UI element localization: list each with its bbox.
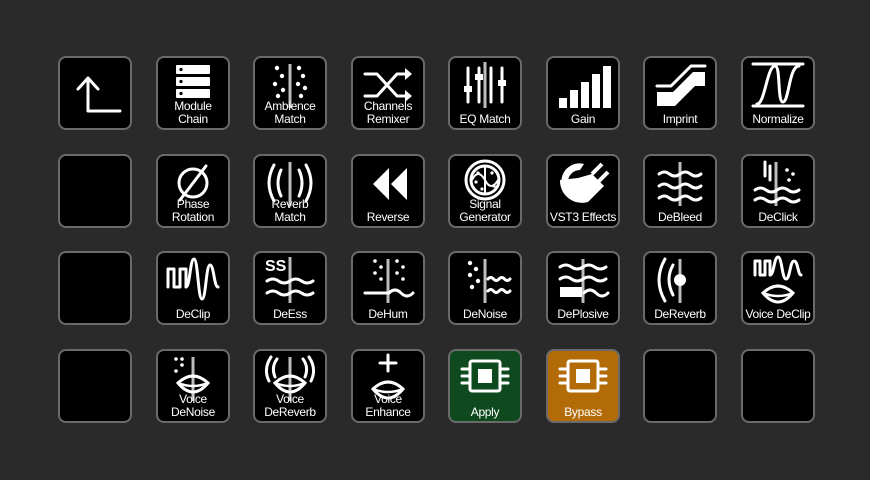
key-label: Voice DeNoise: [171, 392, 215, 419]
key-label: DeBleed: [658, 210, 702, 224]
key-label: DePlosive: [557, 307, 609, 321]
key-ambience-match[interactable]: Ambience Match: [253, 56, 327, 130]
key-label: Normalize: [752, 112, 804, 126]
key-label: Reverb Match: [271, 197, 309, 224]
key-voice-declip[interactable]: Voice DeClip: [741, 251, 815, 325]
key-label: DeHum: [368, 307, 408, 321]
key-normalize[interactable]: Normalize: [741, 56, 815, 130]
stream-deck-grid: Module Chain Ambience Match Channels Remix…: [0, 0, 870, 480]
key-declick[interactable]: DeClick: [741, 154, 815, 228]
key-imprint[interactable]: Imprint: [643, 56, 717, 130]
key-deplosive[interactable]: DePlosive: [546, 251, 620, 325]
key-bypass[interactable]: Bypass: [546, 349, 620, 423]
key-label: DeNoise: [463, 307, 507, 321]
key-label: Module Chain: [174, 99, 212, 126]
key-module-chain[interactable]: Module Chain: [156, 56, 230, 130]
key-signal-generator[interactable]: Signal Generator: [448, 154, 522, 228]
key-label: Voice DeClip: [745, 307, 811, 321]
key-back[interactable]: [58, 56, 132, 130]
key-eq-match[interactable]: EQ Match: [448, 56, 522, 130]
key-label: Apply: [470, 405, 500, 419]
key-reverb-match[interactable]: Reverb Match: [253, 154, 327, 228]
key-label: Phase Rotation: [171, 197, 215, 224]
key-label: Reverse: [366, 210, 410, 224]
key-label: Voice Enhance: [365, 392, 411, 419]
key-label: DeClick: [758, 210, 798, 224]
key-voice-enhance[interactable]: Voice Enhance: [351, 349, 425, 423]
key-dehum[interactable]: DeHum: [351, 251, 425, 325]
key-voice-denoise[interactable]: Voice DeNoise: [156, 349, 230, 423]
key-denoise[interactable]: DeNoise: [448, 251, 522, 325]
key-voice-dereverb[interactable]: Voice DeReverb: [253, 349, 327, 423]
key-empty[interactable]: [58, 154, 132, 228]
key-dereverb[interactable]: DeReverb: [643, 251, 717, 325]
key-label: DeReverb: [654, 307, 706, 321]
key-label: Imprint: [662, 112, 698, 126]
key-empty[interactable]: [58, 251, 132, 325]
key-label: Gain: [570, 112, 596, 126]
key-gain[interactable]: Gain: [546, 56, 620, 130]
key-deess[interactable]: SS DeEss: [253, 251, 327, 325]
key-apply[interactable]: Apply: [448, 349, 522, 423]
key-label: Signal Generator: [459, 197, 511, 224]
key-empty[interactable]: [741, 349, 815, 423]
key-declip[interactable]: DeClip: [156, 251, 230, 325]
key-label: Bypass: [564, 405, 602, 419]
key-label: Channels Remixer: [363, 99, 413, 126]
key-vst3-effects[interactable]: VST3 Effects: [546, 154, 620, 228]
svg-text:SS: SS: [265, 258, 287, 275]
key-label: Ambience Match: [264, 99, 316, 126]
key-channels-remixer[interactable]: Channels Remixer: [351, 56, 425, 130]
back-arrow-icon: [76, 76, 122, 113]
key-label: EQ Match: [459, 112, 511, 126]
key-phase-rotation[interactable]: Phase Rotation: [156, 154, 230, 228]
key-label: DeEss: [273, 307, 307, 321]
key-empty[interactable]: [643, 349, 717, 423]
key-label: Voice DeReverb: [264, 392, 316, 419]
key-reverse[interactable]: Reverse: [351, 154, 425, 228]
key-label: DeClip: [175, 307, 211, 321]
key-label: VST3 Effects: [549, 210, 617, 224]
key-empty[interactable]: [58, 349, 132, 423]
key-debleed[interactable]: DeBleed: [643, 154, 717, 228]
